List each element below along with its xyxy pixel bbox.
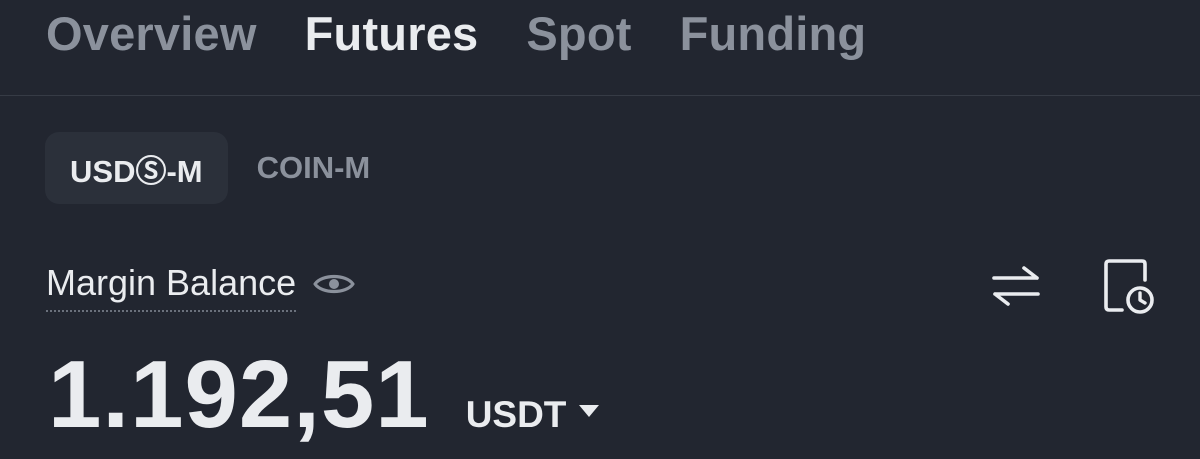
currency-selector[interactable]: USDT	[466, 394, 601, 436]
balance-amount-row: 1.192,51 USDT	[48, 340, 600, 450]
margin-balance-amount: 1.192,51	[48, 341, 430, 448]
tab-spot[interactable]: Spot	[526, 4, 631, 64]
balance-label-row: Margin Balance	[46, 262, 356, 312]
currency-label: USDT	[465, 394, 567, 435]
subtab-coin-m[interactable]: COIN-M	[232, 132, 396, 204]
top-tab-bar: Overview Futures Spot Funding	[46, 4, 866, 64]
tab-overview[interactable]: Overview	[46, 4, 257, 64]
balance-actions	[988, 258, 1156, 314]
tab-funding[interactable]: Funding	[680, 4, 867, 64]
futures-type-selector: USDⓈ-M COIN-M	[45, 132, 395, 204]
tab-divider	[0, 95, 1200, 96]
subtab-usds-m[interactable]: USDⓈ-M	[45, 132, 228, 204]
transfer-arrows-icon[interactable]	[988, 258, 1044, 314]
tab-futures[interactable]: Futures	[305, 4, 479, 64]
margin-balance-label[interactable]: Margin Balance	[46, 262, 297, 312]
eye-icon[interactable]	[312, 269, 356, 299]
history-document-icon[interactable]	[1100, 258, 1156, 314]
caret-down-icon	[578, 404, 600, 418]
